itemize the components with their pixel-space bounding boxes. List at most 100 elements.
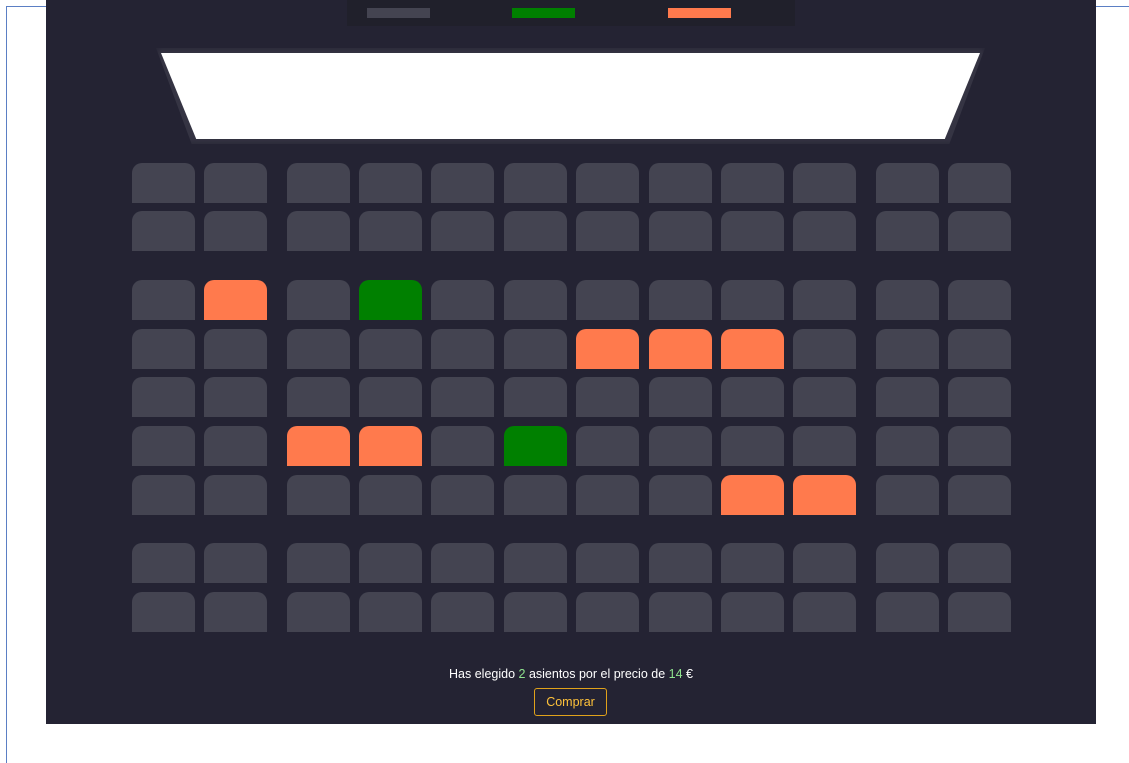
seat-available[interactable] bbox=[721, 163, 784, 203]
seat-available[interactable] bbox=[204, 329, 267, 369]
seat-available[interactable] bbox=[132, 426, 195, 466]
seat-available[interactable] bbox=[132, 280, 195, 320]
seat-available[interactable] bbox=[793, 426, 856, 466]
seat-available[interactable] bbox=[504, 280, 567, 320]
seat-available[interactable] bbox=[504, 592, 567, 632]
seat-available[interactable] bbox=[359, 163, 422, 203]
seat-available[interactable] bbox=[576, 377, 639, 417]
seat-available[interactable] bbox=[649, 377, 712, 417]
seat-available[interactable] bbox=[876, 543, 939, 583]
seat-available[interactable] bbox=[876, 377, 939, 417]
seat-available[interactable] bbox=[504, 475, 567, 515]
seat-available[interactable] bbox=[504, 543, 567, 583]
seat-available[interactable] bbox=[431, 426, 494, 466]
seat-available[interactable] bbox=[576, 163, 639, 203]
seat-available[interactable] bbox=[204, 475, 267, 515]
seat-available[interactable] bbox=[948, 163, 1011, 203]
seat-selected[interactable] bbox=[504, 426, 567, 466]
seat-available[interactable] bbox=[576, 543, 639, 583]
seat-available[interactable] bbox=[132, 163, 195, 203]
seat-available[interactable] bbox=[948, 475, 1011, 515]
seat-available[interactable] bbox=[576, 426, 639, 466]
seat-available[interactable] bbox=[948, 280, 1011, 320]
seat-available[interactable] bbox=[132, 377, 195, 417]
seat-available[interactable] bbox=[793, 163, 856, 203]
seat-available[interactable] bbox=[431, 475, 494, 515]
seat-available[interactable] bbox=[287, 543, 350, 583]
seat-available[interactable] bbox=[948, 426, 1011, 466]
seat-available[interactable] bbox=[876, 329, 939, 369]
seat-available[interactable] bbox=[948, 377, 1011, 417]
seat-available[interactable] bbox=[576, 211, 639, 251]
seat-available[interactable] bbox=[793, 543, 856, 583]
seat-available[interactable] bbox=[721, 280, 784, 320]
seat-available[interactable] bbox=[649, 163, 712, 203]
seat-available[interactable] bbox=[132, 592, 195, 632]
seat-available[interactable] bbox=[649, 475, 712, 515]
seat-available[interactable] bbox=[576, 475, 639, 515]
seat-available[interactable] bbox=[793, 280, 856, 320]
seat-available[interactable] bbox=[359, 475, 422, 515]
seat-available[interactable] bbox=[876, 475, 939, 515]
seat-available[interactable] bbox=[948, 211, 1011, 251]
seat-available[interactable] bbox=[876, 592, 939, 632]
seat-available[interactable] bbox=[721, 543, 784, 583]
seat-available[interactable] bbox=[576, 280, 639, 320]
seat-available[interactable] bbox=[721, 377, 784, 417]
seat-available[interactable] bbox=[876, 163, 939, 203]
seat-available[interactable] bbox=[721, 211, 784, 251]
seat-available[interactable] bbox=[793, 329, 856, 369]
seat-available[interactable] bbox=[948, 543, 1011, 583]
seat-available[interactable] bbox=[359, 211, 422, 251]
seat-available[interactable] bbox=[204, 377, 267, 417]
seat-available[interactable] bbox=[649, 426, 712, 466]
seat-available[interactable] bbox=[649, 211, 712, 251]
seat-available[interactable] bbox=[793, 377, 856, 417]
seat-available[interactable] bbox=[431, 592, 494, 632]
seat-available[interactable] bbox=[359, 543, 422, 583]
seat-available[interactable] bbox=[204, 592, 267, 632]
seat-available[interactable] bbox=[204, 543, 267, 583]
seat-available[interactable] bbox=[793, 592, 856, 632]
seat-available[interactable] bbox=[504, 329, 567, 369]
seat-available[interactable] bbox=[504, 163, 567, 203]
seat-available[interactable] bbox=[431, 280, 494, 320]
seat-available[interactable] bbox=[948, 592, 1011, 632]
seat-selected[interactable] bbox=[359, 280, 422, 320]
seat-available[interactable] bbox=[359, 377, 422, 417]
seat-available[interactable] bbox=[431, 329, 494, 369]
seat-available[interactable] bbox=[876, 426, 939, 466]
seat-available[interactable] bbox=[287, 211, 350, 251]
seat-available[interactable] bbox=[204, 211, 267, 251]
seat-available[interactable] bbox=[204, 163, 267, 203]
seat-available[interactable] bbox=[793, 211, 856, 251]
seat-available[interactable] bbox=[876, 211, 939, 251]
seat-available[interactable] bbox=[431, 163, 494, 203]
seat-available[interactable] bbox=[204, 426, 267, 466]
seat-available[interactable] bbox=[504, 211, 567, 251]
seat-available[interactable] bbox=[132, 329, 195, 369]
seat-available[interactable] bbox=[287, 163, 350, 203]
seat-available[interactable] bbox=[649, 592, 712, 632]
seat-available[interactable] bbox=[504, 377, 567, 417]
seat-available[interactable] bbox=[721, 592, 784, 632]
seat-available[interactable] bbox=[287, 280, 350, 320]
seat-available[interactable] bbox=[287, 329, 350, 369]
seat-available[interactable] bbox=[431, 211, 494, 251]
seat-available[interactable] bbox=[132, 475, 195, 515]
seat-available[interactable] bbox=[876, 280, 939, 320]
seat-available[interactable] bbox=[948, 329, 1011, 369]
seat-available[interactable] bbox=[649, 280, 712, 320]
seat-available[interactable] bbox=[359, 329, 422, 369]
seat-available[interactable] bbox=[431, 543, 494, 583]
buy-button[interactable]: Comprar bbox=[534, 688, 607, 716]
seat-available[interactable] bbox=[359, 592, 422, 632]
seat-available[interactable] bbox=[132, 211, 195, 251]
seat-available[interactable] bbox=[431, 377, 494, 417]
seat-available[interactable] bbox=[287, 377, 350, 417]
seat-available[interactable] bbox=[287, 592, 350, 632]
seat-available[interactable] bbox=[287, 475, 350, 515]
seat-available[interactable] bbox=[132, 543, 195, 583]
seat-available[interactable] bbox=[721, 426, 784, 466]
seat-available[interactable] bbox=[649, 543, 712, 583]
